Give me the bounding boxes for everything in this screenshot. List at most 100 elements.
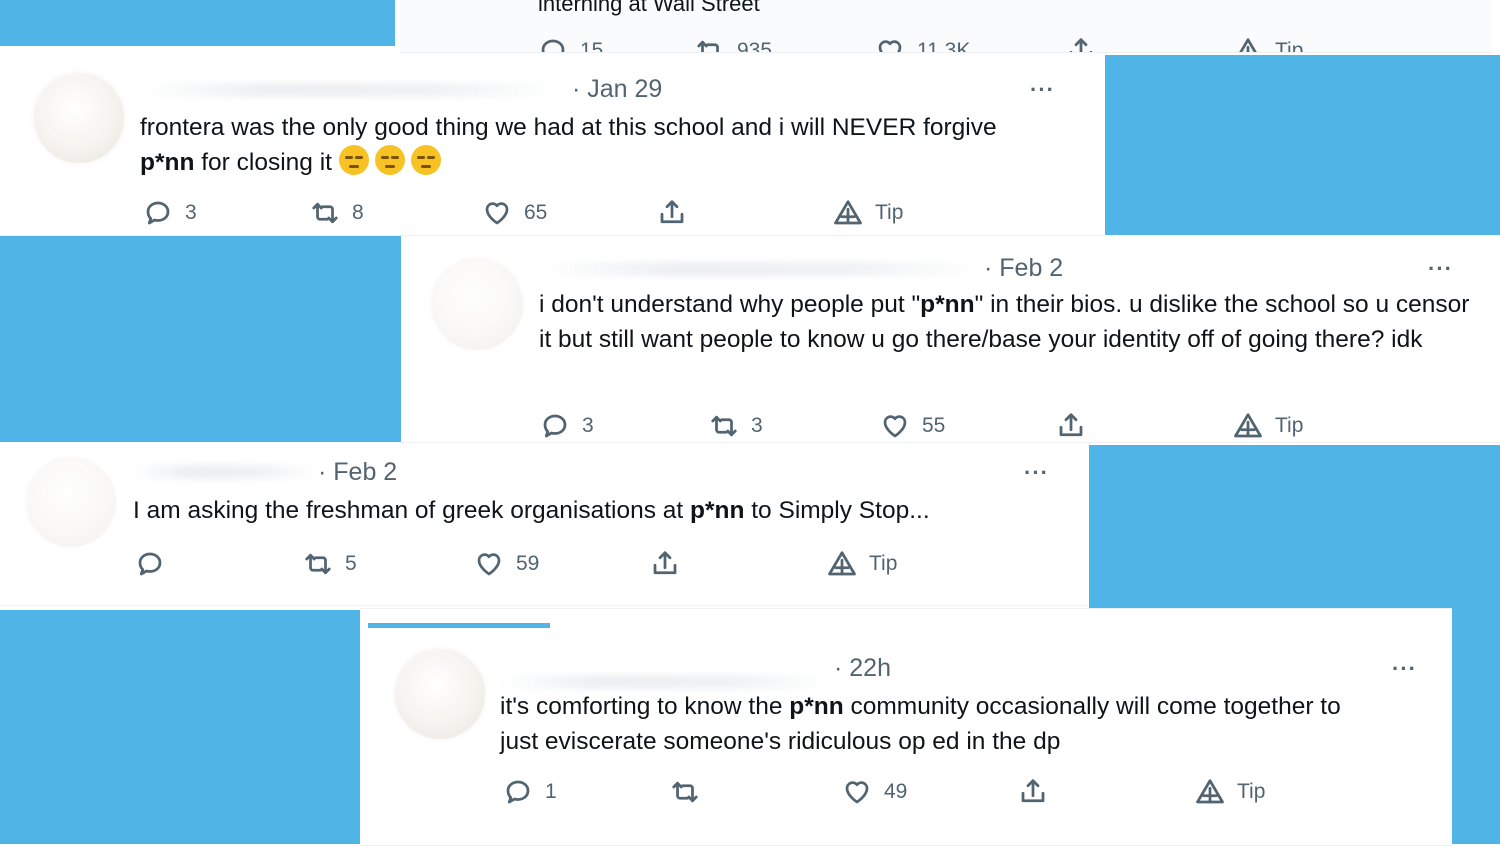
reply-button[interactable]: 3 [143,198,197,228]
share-icon [660,200,684,224]
reply-count: 1 [545,780,557,803]
like-count: 11.3K [917,39,971,53]
tweet-card-1[interactable]: · Jan 29 ··· frontera was the only good … [0,55,1105,236]
reply-count: 15 [580,39,604,53]
share-button[interactable] [1018,777,1048,807]
retweet-count: 5 [345,552,357,575]
heart-icon [477,553,501,576]
more-icon[interactable]: ··· [1428,258,1453,280]
tweet-date[interactable]: · Jan 29 [572,75,662,104]
blue-block-right-3 [1452,608,1500,844]
share-button[interactable] [657,198,687,228]
like-button[interactable]: 55 [880,411,945,441]
retweet-button[interactable]: 935 [695,36,773,53]
like-count: 65 [524,201,548,224]
redacted-username [134,465,314,479]
avatar[interactable] [431,258,523,350]
tip-label: Tip [869,552,898,575]
highlighted-term: p*nn [920,291,975,318]
heart-icon [845,781,869,804]
share-icon [1021,779,1045,803]
reply-button[interactable]: 3 [540,411,594,441]
redacted-username [140,83,560,97]
share-button[interactable] [1066,36,1096,52]
avatar[interactable] [26,457,116,547]
retweet-icon [305,553,331,575]
tip-label: Tip [1275,39,1304,53]
more-icon[interactable]: ··· [1024,462,1049,484]
tweet-date[interactable]: · Feb 2 [318,458,397,487]
tip-icon [828,551,856,576]
reply-button[interactable]: 1 [503,777,557,807]
blue-block-left-2 [0,610,360,844]
like-count: 49 [884,780,908,803]
tweet-text: interning at Wall Street [538,0,760,16]
more-icon[interactable]: ··· [1030,79,1055,101]
retweet-count: 8 [352,201,364,224]
retweet-button[interactable] [670,777,712,807]
tip-button[interactable]: Tip [1233,36,1304,53]
tip-icon [1234,413,1262,438]
highlighted-term: p*nn [690,497,745,524]
more-icon[interactable]: ··· [1392,658,1417,680]
avatar[interactable] [34,73,124,163]
blue-block-right-1 [1105,55,1500,235]
retweet-icon [312,202,338,224]
speech-bubble-icon [541,39,565,52]
like-button[interactable]: 11.3K [875,36,971,53]
tip-icon [1196,779,1224,804]
tip-button[interactable]: Tip [833,198,903,228]
speech-bubble-icon [146,201,170,225]
emoji-icon [338,145,369,175]
retweet-count: 935 [737,39,773,53]
blue-block-right-2 [1089,445,1500,610]
reply-button[interactable] [135,549,177,579]
reply-button[interactable]: 15 [538,36,604,53]
tweet-date[interactable]: · 22h [834,654,891,683]
retweet-icon [697,40,719,52]
tip-label: Tip [1237,780,1266,803]
share-button[interactable] [1056,411,1086,441]
tweet-text: it's comforting to know the p*nn communi… [500,693,1341,755]
like-button[interactable]: 49 [842,777,907,807]
retweet-icon [672,781,698,803]
tip-button[interactable]: Tip [1195,777,1265,807]
tip-button[interactable]: Tip [827,549,897,579]
like-count: 55 [922,414,946,437]
share-icon [653,551,677,575]
retweet-count: 3 [751,414,763,437]
speech-bubble-icon [506,780,530,804]
share-icon [1059,413,1083,437]
tip-label: Tip [875,201,904,224]
like-button[interactable]: 65 [482,198,547,228]
like-button[interactable]: 59 [474,549,539,579]
heart-icon [878,40,902,52]
tweet-text: i don't understand why people put "p*nn"… [539,291,1470,353]
tip-button[interactable]: Tip [1233,411,1303,441]
tweet-text: I am asking the freshman of greek organi… [133,497,930,524]
like-count: 59 [516,552,540,575]
retweet-button[interactable]: 3 [709,411,763,441]
tweet-text: frontera was the only good thing we had … [140,114,997,176]
retweet-button[interactable]: 5 [303,549,357,579]
share-button[interactable] [650,549,680,579]
tweet-card-top: interning at Wall Street 15 935 11.3K Ti… [400,0,1492,53]
tweet-card-3[interactable]: · Feb 2 ··· I am asking the freshman of … [0,445,1089,606]
tweet-card-4[interactable]: · 22h ··· it's comforting to know the p*… [360,608,1452,846]
tweet-date[interactable]: · Feb 2 [984,254,1063,283]
emoji-icon [410,145,441,175]
reply-count: 3 [582,414,594,437]
avatar[interactable] [395,649,485,739]
redacted-username [541,262,981,276]
share-icon [1069,38,1093,52]
speech-bubble-icon [543,414,567,438]
speech-bubble-icon [138,552,162,576]
blue-block-top-left [0,0,395,46]
retweet-icon [711,415,737,437]
tip-label: Tip [1275,414,1304,437]
tweet-card-2[interactable]: · Feb 2 ··· i don't understand why peopl… [401,236,1500,443]
blue-block-left-1 [0,236,401,442]
heart-icon [883,415,907,438]
retweet-button[interactable]: 8 [310,198,364,228]
progress-bar [368,623,550,628]
